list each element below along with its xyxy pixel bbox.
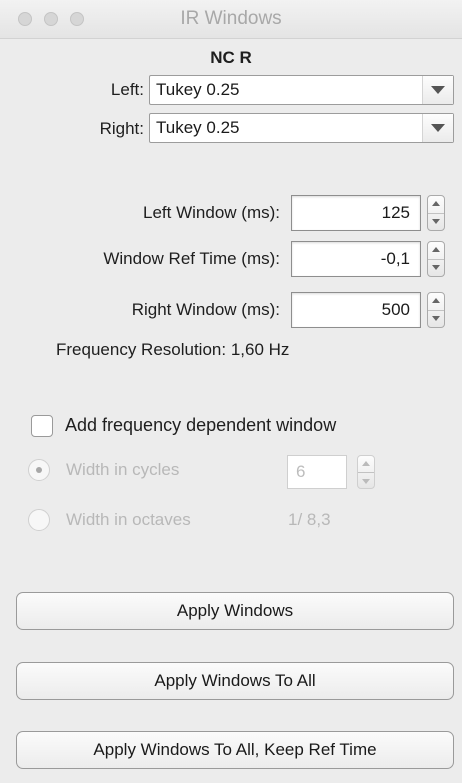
stepper-down-icon[interactable] xyxy=(432,219,440,224)
frequency-resolution-value: 1,60 Hz xyxy=(230,340,290,359)
stepper-down-icon[interactable] xyxy=(432,316,440,321)
frequency-resolution-label: Frequency Resolution: xyxy=(56,340,227,359)
window-ref-time-stepper[interactable] xyxy=(427,241,445,277)
left-window-type-label: Left: xyxy=(110,80,144,99)
right-window-type-label: Right: xyxy=(99,119,144,138)
stepper-down-icon[interactable] xyxy=(432,265,440,270)
chevron-down-icon xyxy=(422,76,453,104)
stepper-down-icon[interactable] xyxy=(362,479,370,484)
left-window-type-select[interactable]: Tukey 0.25 xyxy=(149,75,454,105)
left-window-type-value: Tukey 0.25 xyxy=(156,80,240,99)
chevron-down-icon xyxy=(422,114,453,142)
right-window-ms-label: Right Window (ms): xyxy=(131,300,280,319)
title-bar: IR Windows xyxy=(0,0,462,39)
stepper-up-icon[interactable] xyxy=(432,247,440,252)
apply-windows-to-all-button[interactable]: Apply Windows To All xyxy=(16,662,454,700)
left-window-ms-input[interactable]: 125 xyxy=(291,195,421,231)
stepper-up-icon[interactable] xyxy=(362,461,370,466)
freq-dependent-checkbox[interactable] xyxy=(31,415,53,437)
right-window-type-select[interactable]: Tukey 0.25 xyxy=(149,113,454,143)
apply-windows-to-all-keep-ref-button[interactable]: Apply Windows To All, Keep Ref Time xyxy=(16,731,454,769)
channel-heading: NC R xyxy=(210,48,252,67)
frequency-resolution-readout: Frequency Resolution: 1,60 Hz xyxy=(56,340,289,360)
right-window-ms-input[interactable]: 500 xyxy=(291,292,421,328)
width-in-cycles-radio[interactable] xyxy=(28,459,50,481)
width-in-octaves-label: Width in octaves xyxy=(66,510,191,529)
window-title: IR Windows xyxy=(180,8,282,29)
width-in-cycles-stepper[interactable] xyxy=(357,455,375,489)
right-window-type-value: Tukey 0.25 xyxy=(156,118,240,137)
width-in-cycles-label: Width in cycles xyxy=(66,460,180,479)
window-ref-time-label: Window Ref Time (ms): xyxy=(103,249,280,268)
stepper-up-icon[interactable] xyxy=(432,298,440,303)
right-window-ms-stepper[interactable] xyxy=(427,292,445,328)
left-window-ms-label: Left Window (ms): xyxy=(143,203,280,222)
apply-windows-button[interactable]: Apply Windows xyxy=(16,592,454,630)
freq-dependent-label[interactable]: Add frequency dependent window xyxy=(65,415,336,436)
window-ref-time-input[interactable]: -0,1 xyxy=(291,241,421,277)
width-in-cycles-input[interactable]: 6 xyxy=(287,455,347,489)
left-window-ms-stepper[interactable] xyxy=(427,195,445,231)
width-in-octaves-value: 1/ 8,3 xyxy=(288,510,331,529)
stepper-up-icon[interactable] xyxy=(432,201,440,206)
width-in-octaves-radio[interactable] xyxy=(28,509,50,531)
